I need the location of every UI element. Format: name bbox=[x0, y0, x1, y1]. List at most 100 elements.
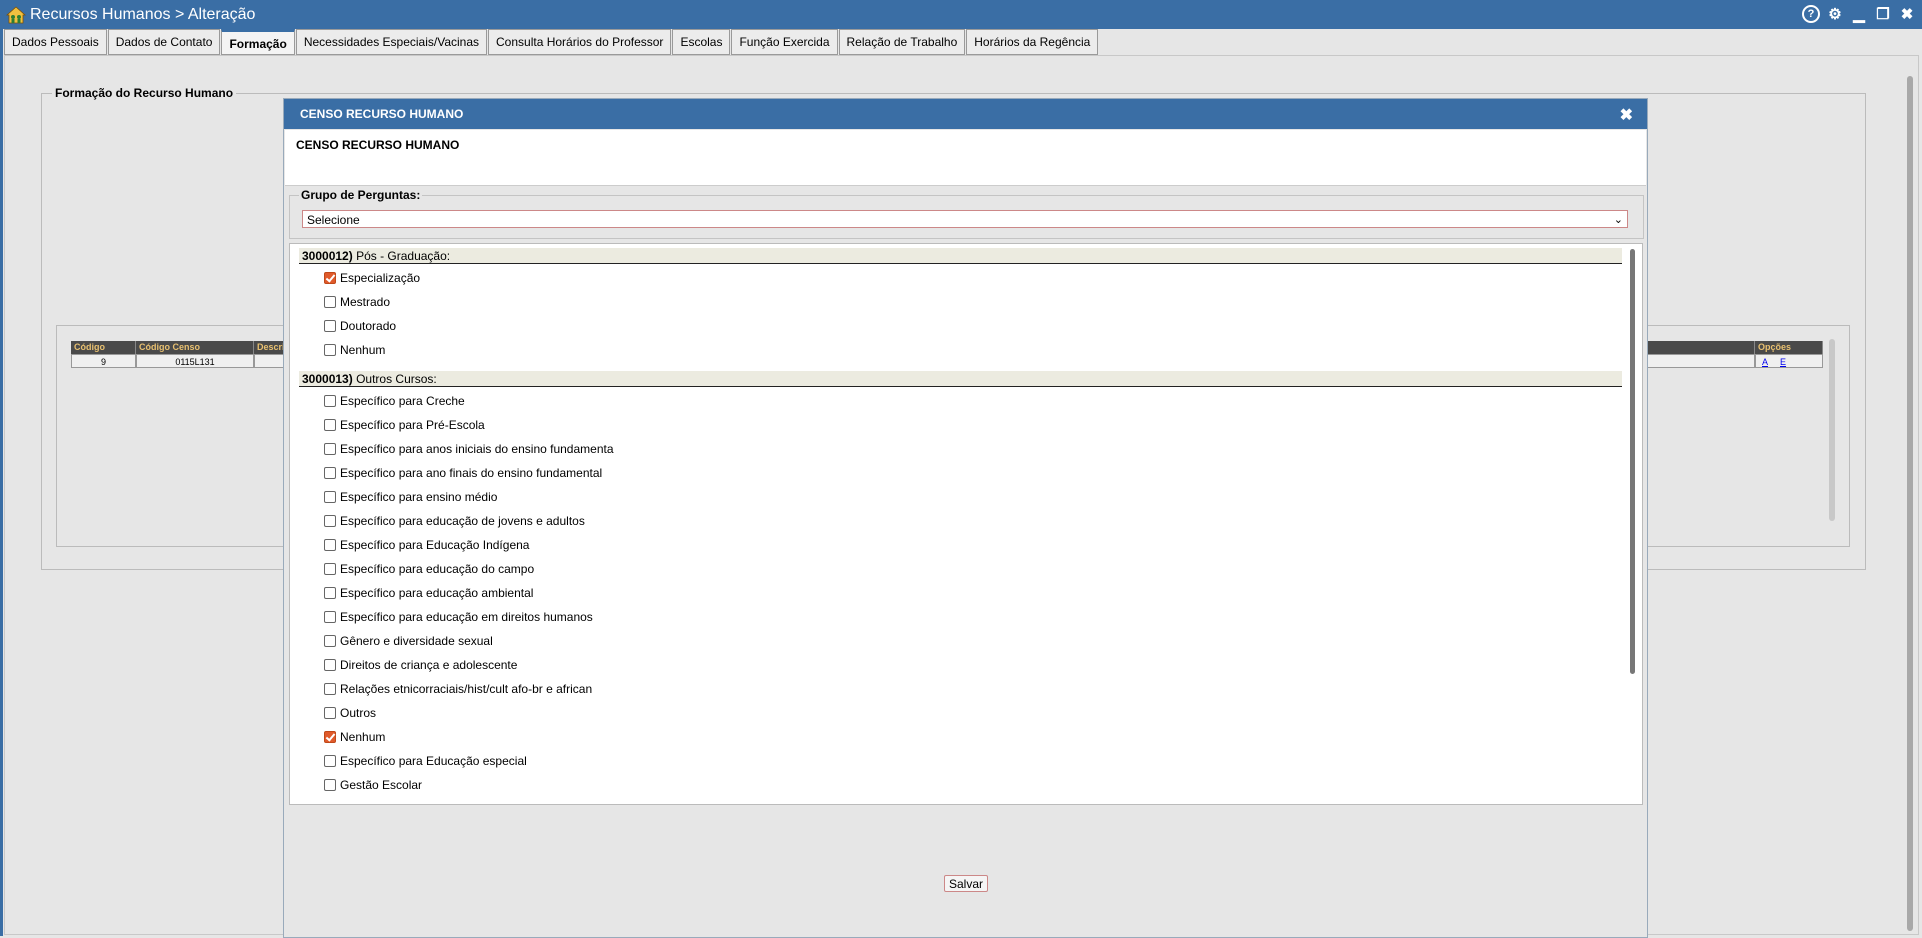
checkbox[interactable] bbox=[324, 779, 336, 791]
option-item[interactable]: Gestão Escolar bbox=[324, 776, 422, 794]
modal-subtitle: CENSO RECURSO HUMANO bbox=[296, 138, 460, 152]
alterar-link[interactable]: A bbox=[1762, 357, 1768, 367]
option-item[interactable]: Específico para educação de jovens e adu… bbox=[324, 512, 585, 530]
table-header-codigo-censo: Código Censo bbox=[136, 341, 254, 354]
option-item[interactable]: Específico para educação do campo bbox=[324, 560, 534, 578]
checkbox[interactable] bbox=[324, 296, 336, 308]
checkbox[interactable] bbox=[324, 587, 336, 599]
checkbox-checked[interactable] bbox=[324, 272, 336, 284]
option-item[interactable]: Específico para ensino médio bbox=[324, 488, 497, 506]
group-select[interactable]: Selecione ⌄ bbox=[302, 210, 1628, 228]
question-code: 3000013) bbox=[302, 372, 353, 386]
option-item[interactable]: Específico para educação em direitos hum… bbox=[324, 608, 593, 626]
option-item[interactable]: Específico para Creche bbox=[324, 392, 465, 410]
tab-horarios-da-regencia[interactable]: Horários da Regência bbox=[966, 29, 1099, 55]
option-item[interactable]: Específico para anos iniciais do ensino … bbox=[324, 440, 614, 458]
option-label: Gestão Escolar bbox=[340, 778, 423, 792]
tab-consulta-horarios[interactable]: Consulta Horários do Professor bbox=[488, 29, 672, 55]
checkbox[interactable] bbox=[324, 419, 336, 431]
checkbox[interactable] bbox=[324, 635, 336, 647]
tab-formacao[interactable]: Formação bbox=[221, 29, 295, 55]
window-title: Recursos Humanos > Alteração bbox=[30, 5, 256, 23]
checkbox[interactable] bbox=[324, 683, 336, 695]
option-item[interactable]: Específico para educação ambiental bbox=[324, 584, 533, 602]
checkbox[interactable] bbox=[324, 491, 336, 503]
table-cell-codigo-censo: 0115L131 bbox=[136, 354, 254, 368]
question-label: Pós - Graduação: bbox=[356, 249, 451, 263]
window-titlebar: Recursos Humanos > Alteração ? ⚙ ▁ ❐ ✖ bbox=[0, 0, 1922, 29]
tab-funcao-exercida[interactable]: Função Exercida bbox=[731, 29, 838, 55]
close-icon[interactable]: ✖ bbox=[1898, 5, 1916, 23]
table-header-codigo: Código bbox=[71, 341, 136, 354]
checkbox[interactable] bbox=[324, 320, 336, 332]
formacao-legend: Formação do Recurso Humano bbox=[52, 86, 237, 100]
option-item[interactable]: Específico para Educação especial bbox=[324, 752, 527, 770]
option-label: Especialização bbox=[340, 271, 421, 285]
questions-scrollbar[interactable] bbox=[1630, 249, 1635, 674]
option-item[interactable]: Específico para ano finais do ensino fun… bbox=[324, 464, 602, 482]
save-button[interactable]: Salvar bbox=[944, 875, 989, 892]
tab-dados-pessoais[interactable]: Dados Pessoais bbox=[4, 29, 107, 55]
option-item[interactable]: Específico para Pré-Escola bbox=[324, 416, 485, 434]
excluir-link[interactable]: E bbox=[1780, 357, 1786, 367]
option-label: Doutorado bbox=[340, 319, 397, 333]
checkbox[interactable] bbox=[324, 755, 336, 767]
tab-bar: Dados Pessoais Dados de Contato Formação… bbox=[4, 29, 1099, 55]
checkbox[interactable] bbox=[324, 707, 336, 719]
checkbox-checked[interactable] bbox=[324, 731, 336, 743]
option-item[interactable]: Específico para Educação Indígena bbox=[324, 536, 529, 554]
option-label: Específico para ensino médio bbox=[340, 490, 498, 504]
question-code: 3000012) bbox=[302, 249, 353, 263]
option-item[interactable]: Gênero e diversidade sexual bbox=[324, 632, 493, 650]
tab-escolas[interactable]: Escolas bbox=[672, 29, 731, 55]
checkbox[interactable] bbox=[324, 344, 336, 356]
restore-icon[interactable]: ❐ bbox=[1874, 5, 1892, 23]
page-scrollbar[interactable] bbox=[1907, 76, 1913, 931]
modal-close-icon[interactable]: ✖ bbox=[1620, 105, 1633, 125]
option-label: Específico para educação do campo bbox=[340, 562, 535, 576]
gear-icon[interactable]: ⚙ bbox=[1826, 5, 1844, 23]
table-scrollbar[interactable] bbox=[1829, 339, 1835, 521]
group-legend: Grupo de Perguntas: bbox=[299, 188, 423, 202]
option-item[interactable]: Doutorado bbox=[324, 317, 396, 335]
checkbox[interactable] bbox=[324, 443, 336, 455]
minimize-icon[interactable]: ▁ bbox=[1850, 5, 1868, 23]
tab-necessidades-especiais[interactable]: Necessidades Especiais/Vacinas bbox=[295, 29, 488, 55]
table-header-descricao: Descri bbox=[254, 341, 285, 354]
tab-relacao-de-trabalho[interactable]: Relação de Trabalho bbox=[838, 29, 966, 55]
option-item[interactable]: Outros bbox=[324, 704, 376, 722]
option-label: Específico para educação ambiental bbox=[340, 586, 534, 600]
option-item[interactable]: Nenhum bbox=[324, 341, 385, 359]
option-label: Específico para Educação Indígena bbox=[340, 538, 530, 552]
checkbox[interactable] bbox=[324, 515, 336, 527]
window-left-border bbox=[0, 29, 3, 936]
checkbox[interactable] bbox=[324, 611, 336, 623]
modal-header: CENSO RECURSO HUMANO ✖ bbox=[284, 99, 1647, 129]
option-label: Específico para Educação especial bbox=[340, 754, 527, 768]
option-item[interactable]: Mestrado bbox=[324, 293, 390, 311]
checkbox[interactable] bbox=[324, 539, 336, 551]
checkbox[interactable] bbox=[324, 467, 336, 479]
checkbox[interactable] bbox=[324, 563, 336, 575]
group-select-value: Selecione bbox=[307, 213, 360, 227]
option-label: Gênero e diversidade sexual bbox=[340, 634, 493, 648]
censo-modal: CENSO RECURSO HUMANO ✖ CENSO RECURSO HUM… bbox=[283, 98, 1648, 938]
questions-panel: 3000012) Pós - Graduação: Especialização… bbox=[289, 243, 1643, 805]
option-label: Direitos de criança e adolescente bbox=[340, 658, 518, 672]
question-label: Outros Cursos: bbox=[356, 372, 437, 386]
option-label: Específico para Pré-Escola bbox=[340, 418, 485, 432]
option-item[interactable]: Direitos de criança e adolescente bbox=[324, 656, 517, 674]
question-header: 3000012) Pós - Graduação: bbox=[299, 248, 1622, 264]
checkbox[interactable] bbox=[324, 395, 336, 407]
table-cell-codigo: 9 bbox=[71, 354, 136, 368]
option-label: Nenhum bbox=[340, 343, 386, 357]
help-icon[interactable]: ? bbox=[1802, 5, 1820, 23]
option-item[interactable]: Nenhum bbox=[324, 728, 385, 746]
option-item[interactable]: Especialização bbox=[324, 269, 420, 287]
option-label: Mestrado bbox=[340, 295, 391, 309]
option-item[interactable]: Relações etnicorraciais/hist/cult afo-br… bbox=[324, 680, 592, 698]
table-cell-spacer bbox=[1646, 354, 1755, 368]
tab-dados-de-contato[interactable]: Dados de Contato bbox=[107, 29, 221, 55]
option-label: Específico para ano finais do ensino fun… bbox=[340, 466, 603, 480]
checkbox[interactable] bbox=[324, 659, 336, 671]
